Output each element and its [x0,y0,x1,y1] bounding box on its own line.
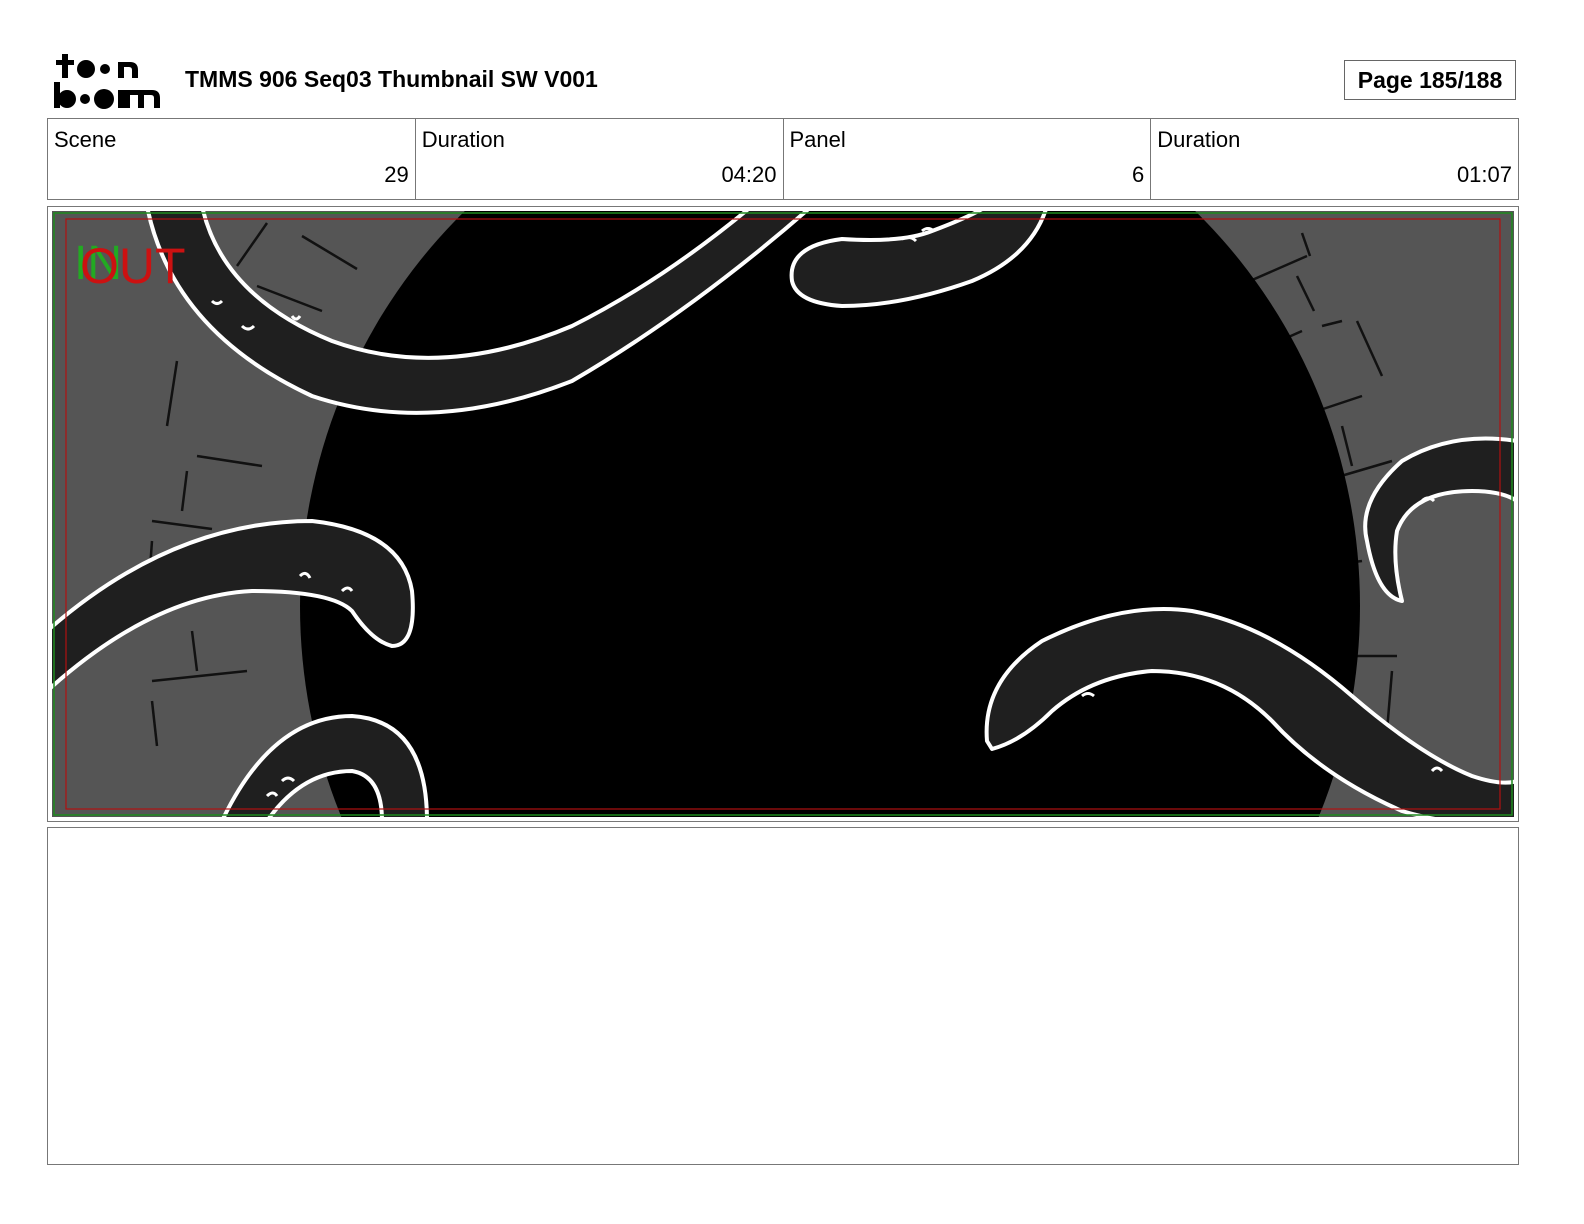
scene-duration-label: Duration [421,127,505,152]
out-marker: OUT [80,238,186,294]
scene-duration-cell: Duration 04:20 [416,119,784,199]
panel-notes-box [47,827,1519,1165]
panel-duration-value: 01:07 [1456,162,1512,187]
panel-info-table: Scene 29 Duration 04:20 Panel 6 Duration… [47,118,1519,200]
scene-label: Scene [54,127,117,152]
page-number: Page 185/188 [1344,60,1516,100]
scene-value: 29 [384,162,409,187]
scene-duration-value: 04:20 [721,162,777,187]
document-title: TMMS 906 Seq03 Thumbnail SW V001 [185,66,598,92]
panel-drawing: IN OUT [52,211,1514,817]
panel-duration-cell: Duration 01:07 [1151,119,1518,199]
panel-duration-label: Duration [1157,127,1241,152]
panel-cell: Panel 6 [784,119,1152,199]
panel-value: 6 [1132,162,1145,187]
scene-cell: Scene 29 [48,119,416,199]
storyboard-panel: IN OUT [47,206,1519,822]
panel-label: Panel [789,127,846,152]
toonboom-logo [54,54,160,109]
